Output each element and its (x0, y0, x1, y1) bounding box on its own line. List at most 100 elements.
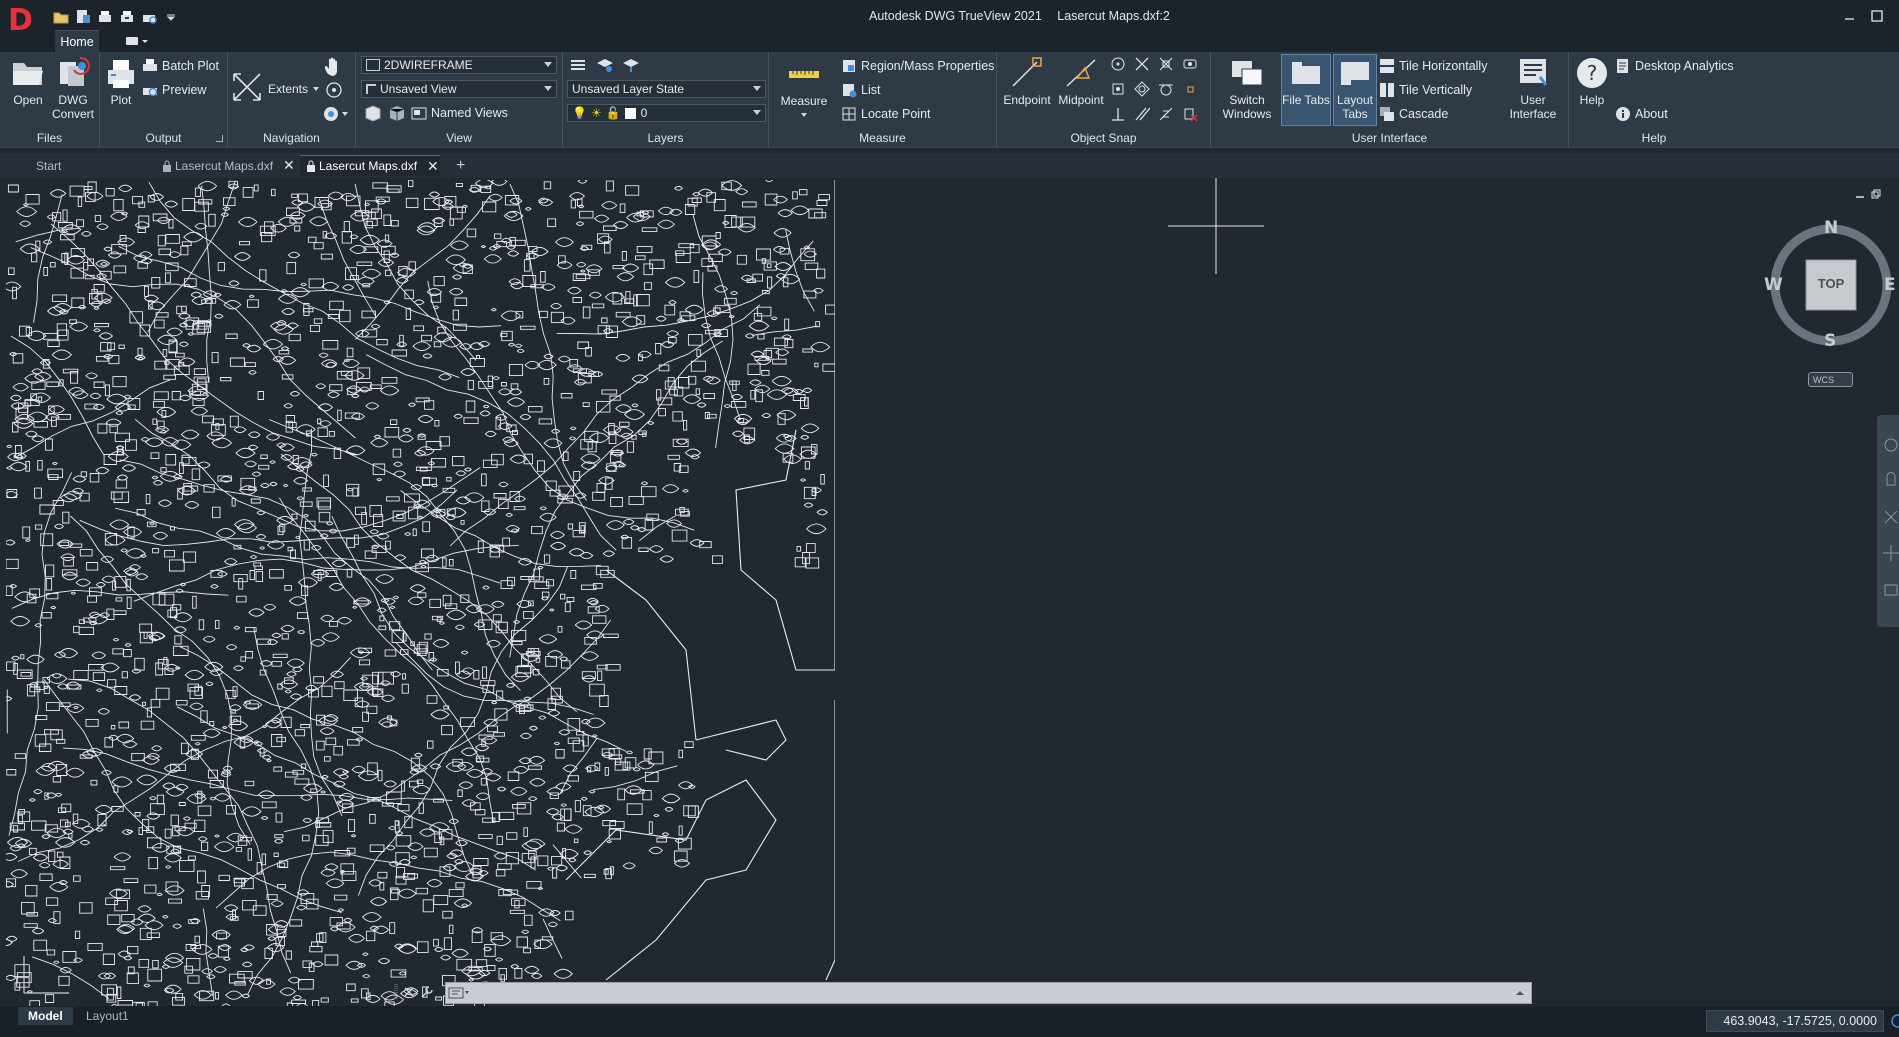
snap-settings-icon[interactable] (1182, 56, 1206, 75)
output-dialog-launcher-icon[interactable] (216, 135, 223, 142)
ucs-menu[interactable]: WCS (1808, 372, 1853, 387)
batch-plot-button[interactable]: Batch Plot (142, 56, 219, 76)
extents-dropdown-icon[interactable] (312, 82, 320, 96)
file-tabs-toggle[interactable]: File Tabs (1281, 54, 1331, 126)
help-button[interactable]: ? Help (1571, 55, 1613, 107)
layout-tabs-toggle[interactable]: Layout Tabs (1333, 54, 1377, 126)
apparent-intersection-icon[interactable] (1158, 56, 1182, 75)
user-interface-button[interactable]: User Interface (1507, 55, 1559, 121)
plot-icon[interactable] (96, 8, 114, 26)
viewport-minimize-icon[interactable] (1855, 188, 1865, 202)
steering-wheel-icon[interactable] (322, 104, 348, 127)
command-line-input[interactable] (445, 982, 1532, 1004)
tile-horizontally-button[interactable]: Tile Horizontally (1379, 56, 1487, 76)
midpoint-snap-button[interactable]: Midpoint (1054, 55, 1108, 107)
named-views-button[interactable]: Named Views (411, 103, 508, 123)
region-mass-properties-button[interactable]: Region/Mass Properties (841, 56, 994, 76)
layout-tab-model[interactable]: Model (18, 1007, 73, 1025)
drawing-canvas[interactable] (0, 178, 1899, 1006)
nearest-snap-icon[interactable] (1158, 106, 1182, 125)
viewport-cube-icon[interactable] (388, 104, 406, 125)
tab-home[interactable]: Home (55, 30, 99, 52)
dwg-convert-button[interactable]: DWG Convert (50, 55, 96, 121)
command-history-chevron-up-icon[interactable] (1515, 987, 1525, 1001)
navigation-panel-title: Navigation (263, 131, 320, 145)
viewcube[interactable]: TOP N S W E (1764, 217, 1896, 351)
extents-button[interactable]: Extents (230, 70, 320, 107)
layout-tab-layout1[interactable]: Layout1 (76, 1007, 139, 1025)
orbit-icon[interactable] (324, 80, 344, 103)
desktop-analytics-icon (1615, 58, 1631, 74)
insertion-snap-icon[interactable] (1182, 81, 1206, 100)
layer-properties-icon[interactable] (569, 57, 589, 76)
command-settings-wrench-icon[interactable] (420, 985, 434, 1002)
file-tab-bar: Start Lasercut Maps.dxf ✕ Lasercut Maps.… (0, 153, 1899, 178)
switch-windows-button[interactable]: Switch Windows (1221, 55, 1273, 121)
quick-access-toolbar (52, 8, 180, 26)
document-title: Lasercut Maps.dxf:2 (1057, 9, 1170, 23)
viewcube-face-top[interactable]: TOP (1806, 276, 1856, 291)
layer-match-icon[interactable] (595, 57, 615, 76)
compass-north[interactable]: N (1824, 218, 1838, 238)
preview-button[interactable]: Preview (142, 80, 206, 100)
compass-south[interactable]: S (1824, 331, 1836, 351)
file-tabs-label: File Tabs (1282, 93, 1330, 107)
current-layer-select[interactable]: 💡 ☀ 🔓 0 (567, 104, 766, 122)
cascade-label: Cascade (1399, 107, 1449, 121)
about-button[interactable]: About (1615, 104, 1668, 124)
intersection-snap-icon[interactable] (1134, 56, 1158, 75)
preview-icon[interactable] (140, 8, 158, 26)
status-toggle-icon[interactable] (1888, 1014, 1899, 1031)
parallel-snap-icon[interactable] (1134, 106, 1158, 125)
pan-hand-icon[interactable] (322, 56, 344, 79)
new-tab-plus-icon[interactable]: + (450, 155, 470, 176)
file-tab-lasercut-1[interactable]: Lasercut Maps.dxf ✕ (156, 155, 296, 176)
tangent-snap-icon[interactable] (1158, 81, 1182, 100)
layer-state-select[interactable]: Unsaved Layer State (567, 80, 766, 98)
customize-qat-chevron-icon[interactable] (162, 8, 180, 26)
open-folder-icon[interactable] (52, 8, 70, 26)
list-button[interactable]: List (841, 80, 880, 100)
dwg-convert-icon[interactable] (74, 8, 92, 26)
endpoint-snap-button[interactable]: Endpoint (1001, 55, 1053, 107)
minimize-icon[interactable] (1842, 8, 1858, 24)
command-prompt-icon[interactable] (448, 986, 470, 1003)
measure-button[interactable]: Measure (775, 56, 833, 122)
measure-dropdown-icon[interactable] (775, 108, 833, 122)
maximize-icon[interactable] (1869, 8, 1885, 24)
saved-view-select[interactable]: Unsaved View (361, 80, 557, 98)
open-button[interactable]: Open (6, 55, 50, 107)
osnap-grid (1110, 56, 1206, 125)
map-linework (6, 180, 835, 1006)
chevron-down-icon (544, 62, 552, 67)
cascade-icon (1379, 106, 1395, 122)
viewport-restore-icon[interactable] (1871, 188, 1881, 202)
ribbon-display-toggle-icon[interactable] (122, 33, 152, 49)
node-snap-icon[interactable] (1110, 81, 1134, 100)
file-tab-lasercut-2[interactable]: Lasercut Maps.dxf ✕ (300, 155, 440, 176)
layer-isolate-icon[interactable] (621, 57, 641, 76)
view-cube-3d-icon[interactable] (364, 104, 382, 125)
perpendicular-snap-icon[interactable] (1110, 106, 1134, 125)
preview-label: Preview (162, 83, 207, 97)
close-command-line-icon[interactable] (404, 986, 414, 1000)
grip-icon[interactable] (394, 983, 398, 1003)
visual-style-select[interactable]: 2DWIREFRAME (361, 56, 557, 74)
compass-west[interactable]: W (1764, 275, 1783, 295)
clear-snaps-icon[interactable] (1182, 106, 1206, 125)
navigation-bar[interactable] (1877, 415, 1899, 627)
cascade-button[interactable]: Cascade (1379, 104, 1448, 124)
quadrant-snap-icon[interactable] (1134, 81, 1158, 100)
compass-east[interactable]: E (1884, 275, 1896, 295)
center-snap-icon[interactable] (1110, 56, 1134, 75)
region-mass-label: Region/Mass Properties (861, 59, 995, 73)
plot-button[interactable]: Plot (102, 55, 140, 107)
tile-vertically-button[interactable]: Tile Vertically (1379, 80, 1472, 100)
desktop-analytics-button[interactable]: Desktop Analytics (1615, 56, 1734, 76)
locate-point-button[interactable]: Locate Point (841, 104, 931, 124)
close-tab-icon[interactable]: ✕ (427, 158, 439, 175)
close-tab-icon[interactable]: ✕ (283, 157, 295, 174)
batch-plot-icon[interactable] (118, 8, 136, 26)
viewport-controls (1855, 188, 1881, 202)
file-tab-start[interactable]: Start (30, 155, 150, 176)
